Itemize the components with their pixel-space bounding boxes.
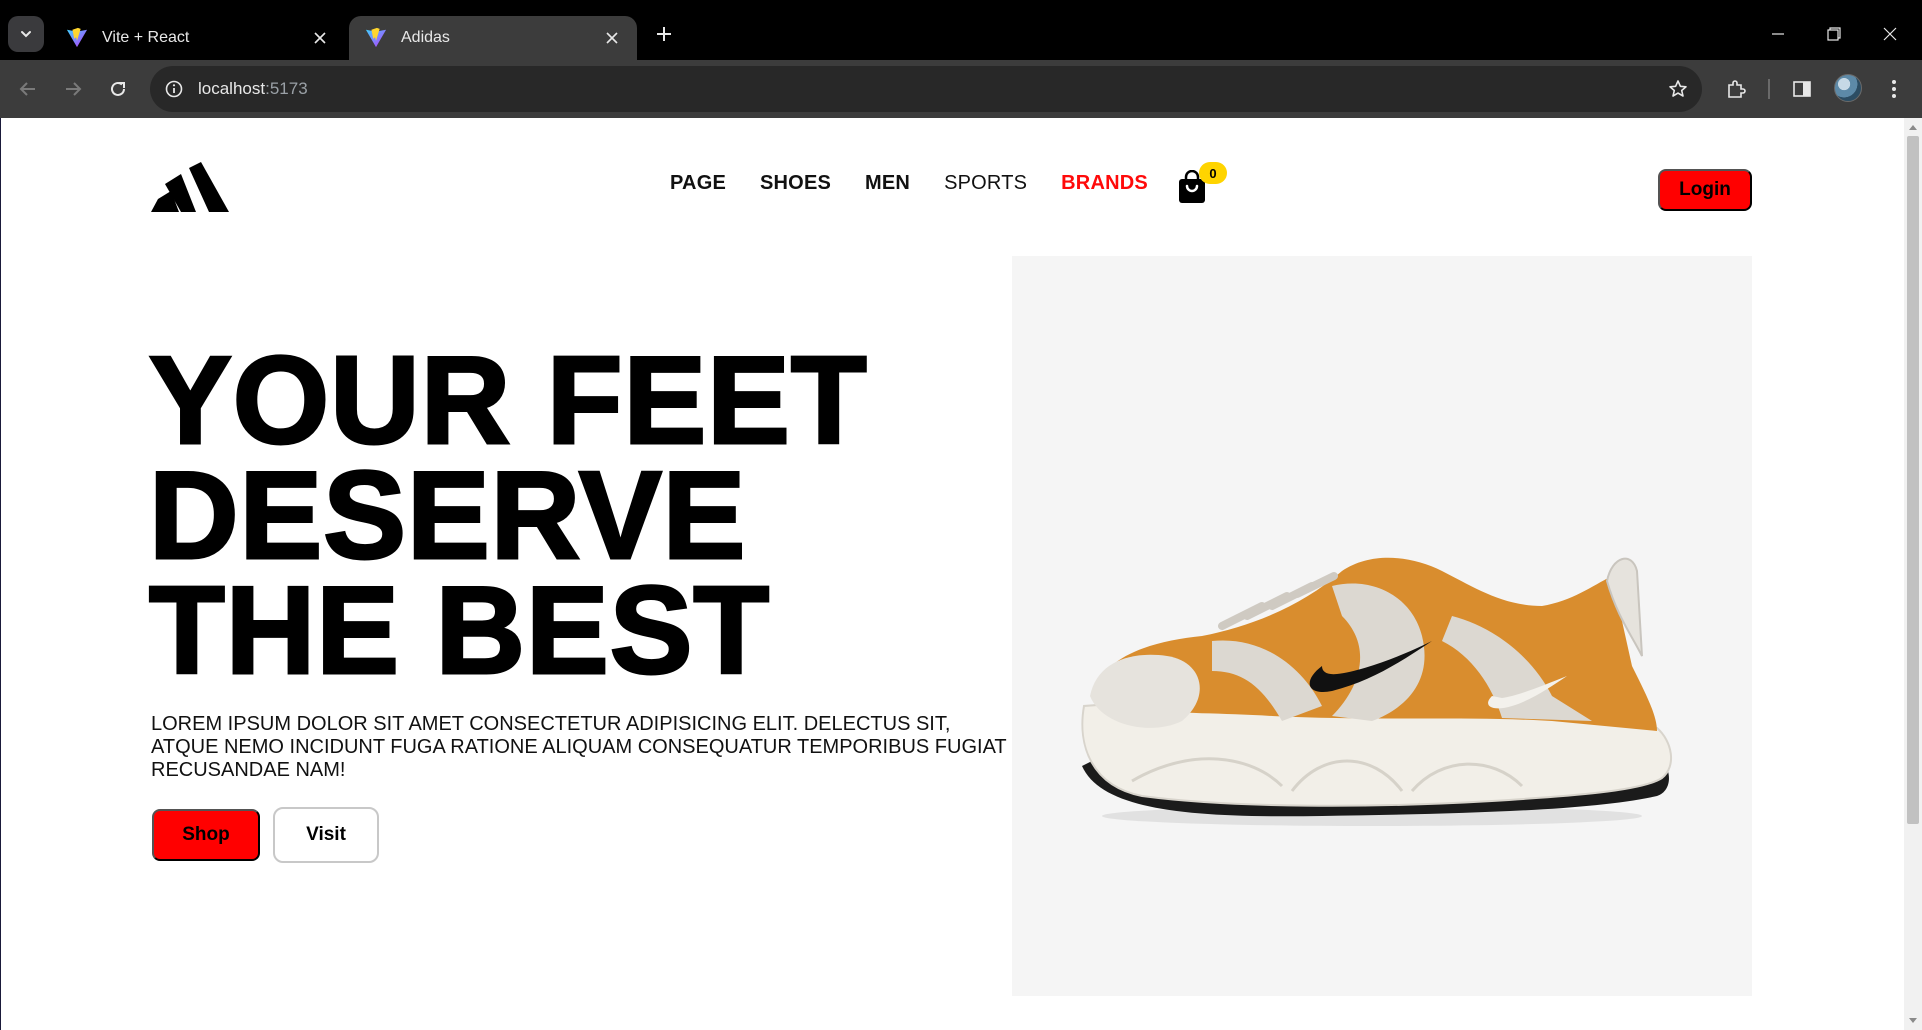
browser-tab-vite-react[interactable]: Vite + React (50, 16, 345, 60)
tab-title: Adidas (401, 29, 450, 46)
visit-button[interactable]: Visit (273, 807, 379, 863)
browser-menu-button[interactable] (1878, 73, 1910, 105)
arrow-left-icon (19, 82, 35, 96)
browser-tab-adidas[interactable]: Adidas (349, 16, 637, 60)
restore-button[interactable] (1814, 14, 1854, 54)
hero-image-card (1012, 256, 1752, 996)
tab-search-button[interactable] (8, 16, 44, 52)
browser-tab-strip: Vite + React Adidas (0, 0, 1922, 60)
headline-line: YOUR FEET (148, 332, 869, 470)
vertical-scrollbar[interactable] (1904, 118, 1922, 1030)
back-button[interactable] (12, 73, 44, 105)
close-tab-icon[interactable] (309, 27, 331, 49)
vite-logo-icon (66, 27, 88, 48)
headline-line: THE BEST (148, 562, 771, 700)
extensions-button[interactable] (1720, 73, 1752, 105)
forward-button[interactable] (57, 73, 89, 105)
reload-button[interactable] (102, 73, 134, 105)
new-tab-button[interactable] (648, 18, 680, 50)
close-window-button[interactable] (1870, 14, 1910, 54)
address-bar[interactable]: localhost:5173 (150, 66, 1702, 112)
toolbar-divider (1768, 79, 1770, 99)
profile-avatar[interactable] (1834, 74, 1862, 102)
page-viewport: PAGE SHOES MEN SPORTS BRANDS 0 Login YOU… (0, 118, 1922, 1030)
arrow-right-icon (66, 82, 82, 96)
side-panel-icon (1793, 81, 1811, 97)
hero-description: LOREM IPSUM DOLOR SIT AMET CONSECTETUR A… (151, 713, 1007, 781)
chevron-down-icon (21, 31, 31, 38)
plus-icon (657, 27, 671, 41)
scroll-up-arrow-icon[interactable] (1908, 122, 1918, 132)
vite-logo-icon (365, 27, 387, 48)
minimize-button[interactable] (1758, 14, 1798, 54)
close-tab-icon[interactable] (601, 27, 623, 49)
url-text[interactable]: localhost:5173 (198, 79, 308, 99)
sneaker-image (1081, 557, 1673, 826)
scrollbar-thumb[interactable] (1907, 136, 1919, 824)
shop-button[interactable]: Shop (152, 809, 260, 861)
more-vertical-icon (1892, 80, 1896, 98)
nav-link-men[interactable]: MEN (865, 172, 910, 195)
site-info-icon[interactable] (162, 77, 186, 101)
tab-title: Vite + React (102, 29, 190, 46)
scroll-down-arrow-icon[interactable] (1908, 1016, 1918, 1026)
side-panel-button[interactable] (1786, 73, 1818, 105)
restore-icon (1827, 27, 1841, 41)
nav-link-sports[interactable]: SPORTS (944, 172, 1027, 195)
puzzle-icon (1728, 80, 1746, 98)
url-port: :5173 (265, 79, 308, 98)
minimize-icon (1772, 33, 1784, 35)
cart-count-badge: 0 (1199, 162, 1227, 184)
adidas-logo[interactable] (151, 162, 229, 212)
browser-toolbar: localhost:5173 (0, 60, 1922, 118)
nav-link-shoes[interactable]: SHOES (760, 172, 831, 195)
main-nav: PAGE SHOES MEN SPORTS BRANDS (670, 172, 1182, 195)
close-icon (1883, 27, 1897, 41)
bookmark-star-icon[interactable] (1666, 77, 1690, 101)
url-host: localhost (198, 79, 266, 98)
hero-headline: YOUR FEET DESERVE THE BEST (148, 332, 869, 700)
reload-icon (111, 81, 125, 96)
nav-link-page[interactable]: PAGE (670, 172, 726, 195)
login-button[interactable]: Login (1658, 169, 1752, 211)
headline-line: DESERVE (148, 447, 747, 585)
nav-link-brands[interactable]: BRANDS (1061, 172, 1148, 195)
